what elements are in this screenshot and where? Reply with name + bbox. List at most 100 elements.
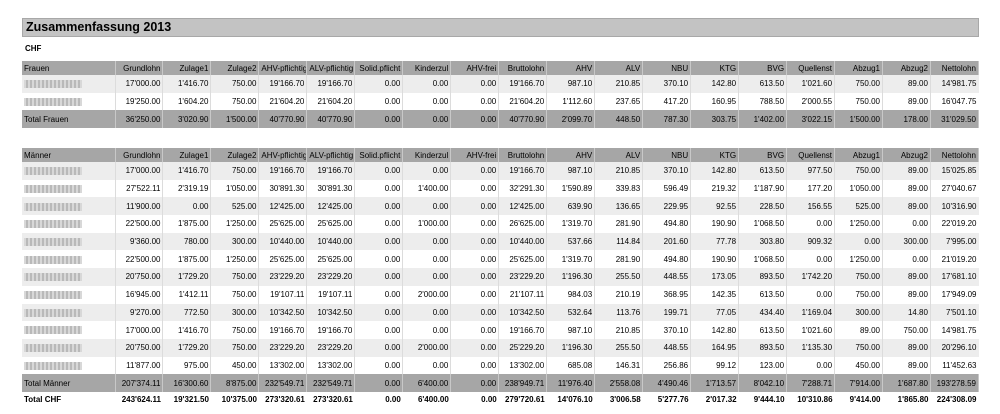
value-cell: 26'625.00: [498, 215, 548, 233]
value-cell: 987.10: [546, 162, 596, 180]
value-cell: 22'500.00: [115, 215, 164, 233]
value-cell: 19'166.70: [258, 321, 308, 339]
value-cell: 0.00: [402, 75, 452, 93]
value-cell: 1'875.00: [162, 215, 212, 233]
total-cell: 2'558.08: [594, 374, 644, 392]
value-cell: 229.95: [642, 197, 692, 216]
grand-total-cell: 14'076.10: [546, 391, 595, 408]
redacted-name-block: [24, 80, 82, 89]
value-cell: 750.00: [210, 75, 260, 93]
total-cell: 7'914.00: [834, 374, 883, 392]
table-row: 17'000.00 1'416.70 750.00 19'166.70 19'166.7…: [22, 321, 979, 339]
value-cell: 0.00: [450, 303, 500, 322]
value-cell: 113.76: [594, 303, 644, 322]
value-cell: 136.65: [594, 197, 644, 216]
total-cell: 0.00: [354, 110, 404, 129]
value-cell: 0.00: [450, 250, 500, 269]
total-cell: 1'402.00: [738, 110, 788, 129]
total-cell: 232'549.71: [258, 374, 308, 392]
value-cell: 0.00: [354, 250, 404, 269]
value-cell: 19'250.00: [115, 92, 164, 111]
grand-total-cell: 5'277.76: [642, 391, 691, 408]
value-cell: 0.00: [786, 285, 836, 304]
value-cell: 21'604.20: [498, 92, 548, 111]
total-cell: 3'020.90: [162, 110, 212, 129]
total-cell: 448.50: [594, 110, 644, 129]
column-header: Quellenst: [786, 148, 836, 162]
column-header: BVG: [738, 148, 788, 162]
column-header: Grundlohn: [115, 148, 164, 162]
total-cell: 31'029.50: [930, 110, 980, 129]
value-cell: 123.00: [738, 356, 788, 375]
value-cell: 0.00: [402, 268, 452, 286]
value-cell: 750.00: [834, 162, 883, 180]
total-cell: 1'687.80: [882, 374, 931, 392]
value-cell: 23'229.20: [258, 338, 308, 357]
total-cell: 40'770.90: [306, 110, 356, 129]
value-cell: 13'302.00: [498, 356, 548, 375]
grand-total-cell: 273'320.61: [258, 391, 307, 408]
value-cell: 10'316.90: [930, 197, 979, 216]
maenner-table: Männer Grundlohn Zulage1 Zulage2 AHV-pflicht…: [22, 148, 980, 408]
value-cell: 89.00: [882, 197, 931, 216]
employee-name-redacted: [22, 75, 116, 93]
redacted-name-block: [24, 291, 82, 300]
value-cell: 0.00: [402, 232, 452, 251]
value-cell: 228.50: [738, 197, 788, 216]
value-cell: 142.80: [690, 75, 740, 93]
value-cell: 448.55: [642, 338, 692, 357]
grand-total-cell: 6'400.00: [402, 391, 451, 408]
value-cell: 10'440.00: [306, 232, 356, 251]
employee-name-redacted: [22, 250, 116, 269]
value-cell: 23'229.20: [498, 268, 548, 286]
total-cell: 178.00: [882, 110, 931, 129]
value-cell: 1'416.70: [162, 162, 212, 180]
value-cell: 750.00: [210, 92, 260, 111]
grand-total-cell: 243'624.11: [115, 391, 163, 408]
redacted-name-block: [24, 220, 82, 229]
total-cell: 207'374.11: [115, 374, 164, 392]
total-cell: 232'549.71: [306, 374, 356, 392]
value-cell: 1'000.00: [402, 215, 452, 233]
value-cell: 89.00: [882, 75, 931, 93]
value-cell: 0.00: [786, 215, 836, 233]
value-cell: 1'169.04: [786, 303, 836, 322]
total-cell: 1'500.00: [210, 110, 260, 129]
value-cell: 0.00: [450, 338, 500, 357]
value-cell: 255.50: [594, 338, 644, 357]
value-cell: 11'452.63: [930, 356, 979, 375]
value-cell: 9'360.00: [115, 232, 164, 251]
value-cell: 30'891.30: [306, 179, 356, 198]
grand-total-cell: 0.00: [354, 391, 403, 408]
maenner-total-row: Total Männer 207'374.11 16'300.60 8'875.00 2…: [22, 374, 980, 392]
value-cell: 1'021.60: [786, 75, 836, 93]
value-cell: 2'000.00: [402, 285, 452, 304]
value-cell: 750.00: [834, 75, 883, 93]
value-cell: 17'000.00: [115, 162, 164, 180]
value-cell: 89.00: [882, 179, 931, 198]
value-cell: 639.90: [546, 197, 596, 216]
redacted-name-block: [24, 202, 82, 211]
total-cell: 303.75: [690, 110, 740, 129]
value-cell: 23'229.20: [306, 268, 356, 286]
value-cell: 0.00: [402, 356, 452, 375]
value-cell: 0.00: [450, 197, 500, 216]
total-cell: 40'770.90: [258, 110, 308, 129]
value-cell: 114.84: [594, 232, 644, 251]
value-cell: 339.83: [594, 179, 644, 198]
value-cell: 11'877.00: [115, 356, 164, 375]
value-cell: 450.00: [834, 356, 883, 375]
value-cell: 21'604.20: [258, 92, 308, 111]
employee-name-redacted: [22, 162, 116, 180]
value-cell: 1'021.60: [786, 321, 836, 339]
value-cell: 0.00: [162, 197, 212, 216]
value-cell: 1'729.20: [162, 268, 212, 286]
value-cell: 0.00: [450, 232, 500, 251]
grand-total-cell: 3'006.58: [594, 391, 643, 408]
total-cell: 1'713.57: [690, 374, 740, 392]
column-header: ALV-pflichtig: [306, 148, 356, 162]
value-cell: 19'166.70: [258, 75, 308, 93]
value-cell: 16'945.00: [115, 285, 164, 304]
value-cell: 27'040.67: [930, 179, 979, 198]
employee-name-redacted: [22, 215, 116, 233]
